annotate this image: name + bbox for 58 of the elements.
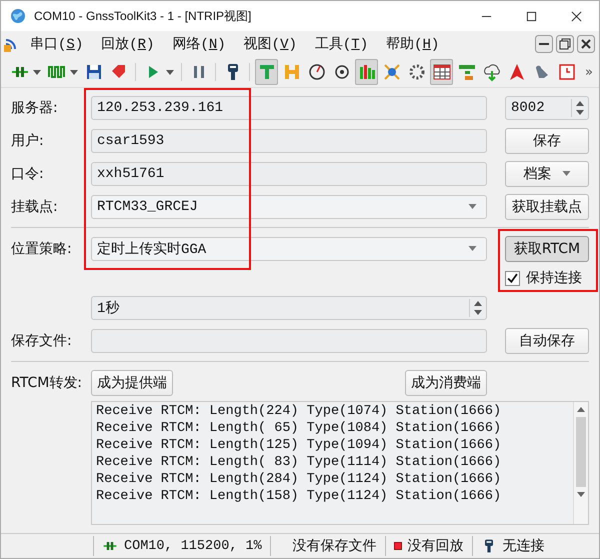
- scroll-down-icon[interactable]: [577, 492, 585, 497]
- app-icon: [4, 36, 18, 52]
- menu-item[interactable]: 串口(S): [30, 35, 84, 53]
- connection-status: 无连接: [502, 537, 545, 555]
- scrollbar[interactable]: [573, 402, 588, 524]
- caret-icon[interactable]: [70, 70, 78, 74]
- keep-connection-checkbox[interactable]: 保持连接: [505, 269, 589, 287]
- password-field[interactable]: xxh51761: [91, 162, 487, 186]
- log-line: Receive RTCM: Length(284) Type(1124) Station(1666): [96, 471, 502, 488]
- get-mountpoint-button[interactable]: 获取挂载点: [505, 194, 589, 220]
- caret-icon: [468, 246, 477, 251]
- consumer-button[interactable]: 成为消费端: [405, 370, 487, 396]
- caret-icon[interactable]: [33, 70, 41, 74]
- port-status: COM10, 115200, 1%: [124, 538, 262, 554]
- table-icon[interactable]: [430, 59, 453, 85]
- menu-item[interactable]: 视图(V): [244, 35, 297, 53]
- field-label: 用户:: [11, 132, 45, 150]
- mountpoint-dropdown[interactable]: RTCM33_GRCEJ: [91, 194, 487, 218]
- field-label: 口令:: [11, 164, 45, 182]
- menu-item[interactable]: 帮助(H): [386, 35, 440, 53]
- log-line: Receive RTCM: Length( 65) Type(1084) Station(1666): [96, 420, 502, 437]
- caret-icon[interactable]: [166, 70, 174, 74]
- position-strategy-dropdown[interactable]: 定时上传实时GGA: [91, 236, 487, 260]
- scroll-up-icon[interactable]: [577, 407, 585, 412]
- get-rtcm-button[interactable]: 获取RTCM: [505, 236, 589, 262]
- interval-spinbox[interactable]: 1秒: [91, 296, 487, 320]
- caret-icon: [562, 171, 570, 176]
- save-button[interactable]: 保存: [505, 128, 589, 154]
- log-line: Receive RTCM: Length(125) Type(1094) Station(1666): [96, 437, 502, 454]
- menu-item[interactable]: 工具(T): [314, 35, 368, 53]
- restore-icon[interactable]: [556, 35, 574, 53]
- overflow-button[interactable]: »: [585, 64, 593, 80]
- field-label: 挂载点:: [11, 198, 59, 216]
- menu-item[interactable]: 回放(R): [101, 35, 154, 53]
- profile-button[interactable]: 档案: [505, 160, 589, 186]
- user-field[interactable]: csar1593: [91, 128, 487, 152]
- port-spinbox[interactable]: 8002: [505, 96, 589, 120]
- caret-icon: [468, 204, 477, 209]
- log-line: Receive RTCM: Length(224) Type(1074) Station(1666): [96, 403, 502, 420]
- field-label: 服务器:: [11, 98, 59, 116]
- save-file-field[interactable]: [91, 328, 487, 352]
- close-icon[interactable]: [577, 35, 595, 53]
- menu-item[interactable]: 网络(N): [172, 35, 226, 53]
- save-status: 没有保存文件: [292, 537, 377, 555]
- minimize-icon[interactable]: [535, 35, 553, 53]
- window-title: COM10 - GnssToolKit3 - 1 - [NTRIP视图]: [34, 8, 252, 24]
- field-label: RTCM转发:: [11, 374, 84, 392]
- provider-button[interactable]: 成为提供端: [91, 370, 173, 396]
- playback-status: 没有回放: [408, 537, 464, 555]
- log-line: Receive RTCM: Length(158) Type(1124) Station(1666): [96, 488, 502, 505]
- server-field[interactable]: 120.253.239.161: [91, 96, 487, 120]
- globe-icon: [10, 8, 26, 24]
- log-line: Receive RTCM: Length( 83) Type(1114) Station(1666): [96, 454, 502, 471]
- field-label: 保存文件:: [11, 332, 73, 350]
- auto-save-button[interactable]: 自动保存: [505, 328, 589, 354]
- stop-icon: [394, 542, 402, 550]
- field-label: 位置策略:: [11, 240, 73, 258]
- checkmark-icon: [507, 272, 518, 284]
